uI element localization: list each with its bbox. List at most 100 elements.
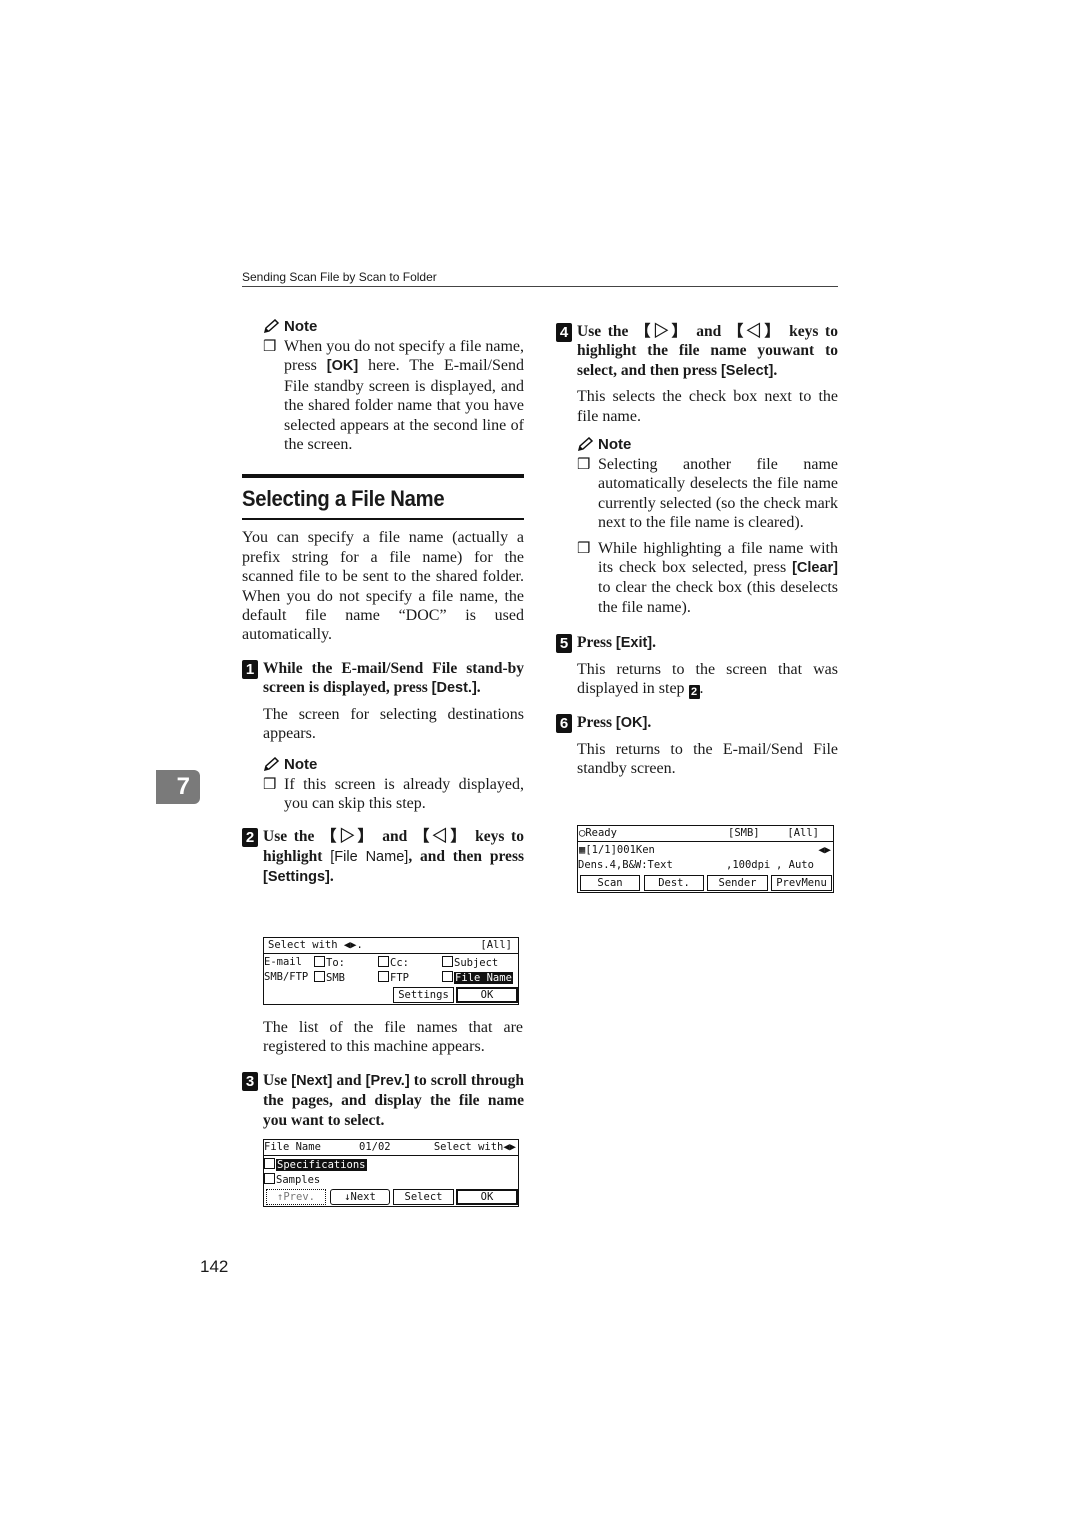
step-1-result: The screen for selecting destinations ap…	[263, 705, 524, 743]
lcd-screen-standby: ◯Ready [SMB] [All] ▦[1/1]001Ken ◀▶ Dens.…	[577, 825, 834, 893]
field-label: FTP	[390, 972, 409, 984]
section-title: Selecting a File Name	[242, 486, 445, 512]
punct: .	[476, 679, 481, 697]
row-label: E-mail	[264, 956, 302, 968]
checkbox[interactable]	[314, 956, 325, 967]
left-right-keys-icon: ◀▶	[818, 844, 831, 856]
checkbox[interactable]	[378, 956, 389, 967]
result-text: This returns to the screen that was disp…	[577, 660, 838, 698]
lcd-screen-destination-select: Select with ◀▶. [All] E-mail To: Cc: Sub…	[263, 937, 519, 1005]
scan-size: , Auto	[776, 859, 814, 871]
key-label: [Exit]	[615, 635, 653, 652]
page-indicator: 01/02	[359, 1141, 391, 1153]
left-key-icon: 【◁】	[413, 828, 469, 846]
lcd-prompt: Select with ◀▶.	[268, 939, 363, 951]
punct: .	[699, 680, 704, 698]
checkbox[interactable]	[442, 971, 453, 982]
prev-button[interactable]: ↑Prev.	[266, 1189, 326, 1205]
field-smb[interactable]: SMB	[314, 971, 345, 984]
checkbox[interactable]	[442, 956, 453, 967]
step-text: Press	[577, 634, 616, 652]
field-file-name[interactable]: File Name	[442, 971, 513, 984]
step-number: 4	[556, 323, 572, 342]
pencil-icon	[263, 756, 280, 771]
ok-button[interactable]: OK	[456, 987, 518, 1003]
step-number: 1	[242, 659, 258, 679]
scope-label: [All]	[787, 827, 819, 839]
divider	[264, 1155, 518, 1156]
step-number: 5	[556, 634, 572, 654]
key-label: [Next]	[291, 1073, 333, 1089]
field-cc[interactable]: Cc:	[378, 956, 409, 969]
destination: ▦[1/1]001Ken	[579, 844, 655, 856]
key-label: [OK]	[615, 715, 648, 732]
step-number: 3	[242, 1072, 258, 1091]
page-number: 142	[200, 1257, 229, 1276]
step-1: 1 While the E-mail/Send File stand-by sc…	[242, 659, 524, 699]
field-ftp[interactable]: FTP	[378, 971, 409, 984]
file-item[interactable]: Specifications	[264, 1158, 367, 1171]
field-label: To:	[326, 957, 345, 969]
checkbox[interactable]	[264, 1158, 275, 1169]
prev-menu-button[interactable]: PrevMenu	[771, 875, 832, 891]
field-label: Cc:	[390, 957, 409, 969]
step-text: Use the	[577, 323, 635, 340]
step-text: and	[375, 828, 414, 846]
note-heading: Note	[263, 318, 524, 335]
checkbox[interactable]	[378, 971, 389, 982]
dest-button[interactable]: Dest.	[644, 875, 704, 891]
key-label: [File Name]	[330, 848, 409, 865]
divider	[264, 953, 518, 954]
pencil-icon	[263, 319, 280, 334]
lcd-scope: [All]	[480, 939, 512, 951]
punct: .	[652, 634, 657, 652]
sender-button[interactable]: Sender	[707, 875, 768, 891]
lcd-title: File Name	[264, 1141, 321, 1153]
step-text: Use	[263, 1072, 292, 1089]
step-text: and	[689, 323, 728, 340]
step-5-result: This returns to the screen that was disp…	[556, 660, 838, 700]
note-title: Note	[284, 755, 318, 773]
step-text: Use the	[263, 828, 321, 846]
scan-button[interactable]: Scan	[580, 875, 640, 891]
step-3: 3 Use [Next] and [Prev.] to scroll throu…	[242, 1071, 524, 1130]
settings-button[interactable]: Settings	[393, 987, 454, 1003]
after-screen-text: The list of the file names that are regi…	[263, 1019, 523, 1056]
note-item: ❒ If this screen is already displayed, y…	[242, 775, 524, 814]
next-button[interactable]: ↓Next	[330, 1189, 390, 1205]
key-label: [Dest.]	[431, 680, 477, 697]
step-text: Press	[577, 714, 616, 732]
divider	[578, 841, 833, 842]
step-text: While the E-mail/Send File stand-by scre…	[263, 659, 524, 697]
intro-paragraph: You can specify a file name (actually a …	[242, 529, 524, 644]
checkbox-bullet-icon: ❒	[263, 776, 277, 793]
select-button[interactable]: Select	[393, 1189, 454, 1205]
chapter-tab: 7	[156, 770, 200, 804]
note-item: ❒ Selecting another file name automatica…	[556, 455, 838, 533]
left-column: Note ❒ When you do not specify a file na…	[242, 318, 524, 888]
note-heading: Note	[263, 756, 524, 773]
key-label: [Select]	[720, 362, 774, 379]
step-6-result: This returns to the E-mail/Send File sta…	[577, 740, 838, 777]
right-column: 4 Use the 【▷】 and 【◁】 keys to highlight …	[556, 318, 838, 778]
step-4: 4 Use the 【▷】 and 【◁】 keys to highlight …	[556, 322, 838, 381]
note-text: Selecting another file name automaticall…	[598, 456, 838, 532]
step-5: 5 Press [Exit].	[556, 633, 838, 654]
field-label: SMB	[326, 972, 345, 984]
checkbox-bullet-icon: ❒	[263, 339, 277, 355]
resolution: ,100dpi	[726, 859, 771, 871]
punct: .	[773, 361, 778, 379]
field-to[interactable]: To:	[314, 956, 345, 969]
ok-button[interactable]: OK	[456, 1189, 518, 1205]
left-key-icon: 【◁】	[727, 323, 783, 340]
field-subject[interactable]: Subject	[442, 956, 498, 969]
mode-label: [SMB]	[728, 827, 760, 839]
note-title: Note	[284, 318, 318, 335]
file-item[interactable]: Samples	[264, 1173, 320, 1186]
step-reference-icon: 2	[688, 685, 700, 700]
punct: .	[647, 714, 652, 732]
checkbox[interactable]	[264, 1173, 275, 1184]
checkbox[interactable]	[314, 971, 325, 982]
step-text: and	[332, 1072, 366, 1089]
right-key-icon: 【▷】	[320, 828, 376, 846]
